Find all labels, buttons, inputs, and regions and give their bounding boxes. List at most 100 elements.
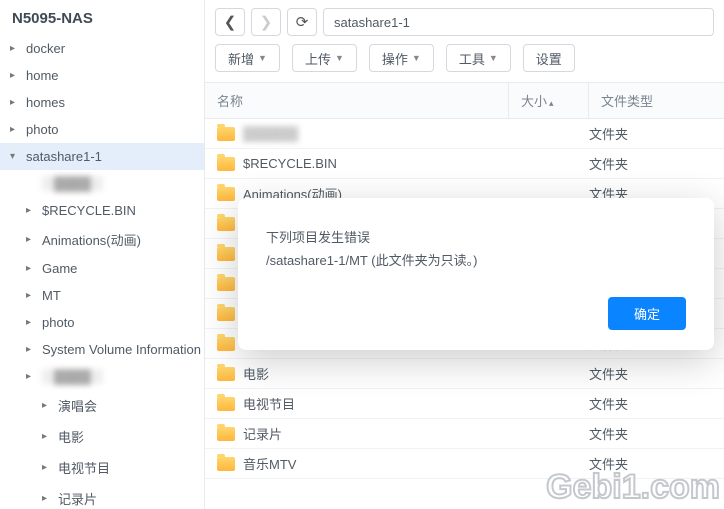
tree-item[interactable]: ▸ homes	[0, 89, 204, 116]
tree-item[interactable]: ▸ System Volume Information	[0, 336, 204, 363]
folder-icon	[217, 277, 235, 291]
folder-icon	[217, 427, 235, 441]
tree-label: ████	[42, 176, 103, 191]
folder-icon	[217, 307, 235, 321]
col-type[interactable]: 文件类型	[589, 83, 724, 118]
table-row[interactable]: ██████ 文件夹	[205, 119, 724, 149]
chevron-icon[interactable]: ▸	[26, 371, 36, 382]
tree-label: satashare1-1	[26, 149, 102, 164]
tree-label: ████	[42, 369, 103, 384]
col-size[interactable]: 大小▴	[509, 83, 589, 118]
table-row[interactable]: 电影 文件夹	[205, 359, 724, 389]
file-type: 文件夹	[589, 364, 724, 383]
file-type: 文件夹	[589, 394, 724, 413]
tree-label: System Volume Information	[42, 342, 201, 357]
tools-button[interactable]: 工具▼	[446, 44, 511, 72]
chevron-icon[interactable]: ▾	[10, 151, 20, 162]
col-name[interactable]: 名称	[205, 83, 509, 118]
folder-icon	[217, 367, 235, 381]
tree-item[interactable]: ▸ MT	[0, 282, 204, 309]
file-name: 电影	[243, 364, 269, 383]
chevron-icon[interactable]: ▸	[10, 43, 20, 54]
file-type: 文件夹	[589, 154, 724, 173]
tree-item[interactable]: ▸ $RECYCLE.BIN	[0, 197, 204, 224]
table-row[interactable]: $RECYCLE.BIN 文件夹	[205, 149, 724, 179]
tree-item[interactable]: ▸ home	[0, 62, 204, 89]
new-button[interactable]: 新增▼	[215, 44, 280, 72]
tree-label: docker	[26, 41, 65, 56]
path-input[interactable]	[323, 8, 714, 36]
folder-icon	[217, 397, 235, 411]
nas-title: N5095-NAS	[0, 0, 204, 35]
folder-icon	[217, 337, 235, 351]
chevron-icon[interactable]: ▸	[26, 317, 36, 328]
tree-item[interactable]: ▸ 记录片	[0, 483, 204, 509]
tree-label: 演唱会	[58, 396, 97, 415]
tree-item[interactable]: ▸ Game	[0, 255, 204, 282]
upload-button[interactable]: 上传▼	[292, 44, 357, 72]
folder-icon	[217, 157, 235, 171]
chevron-icon[interactable]: ▸	[26, 290, 36, 301]
folder-icon	[217, 187, 235, 201]
chevron-icon[interactable]: ▸	[42, 431, 52, 442]
file-name: $RECYCLE.BIN	[243, 156, 337, 171]
tree-label: Animations(动画)	[42, 230, 141, 249]
refresh-button[interactable]: ⟳	[287, 8, 317, 36]
tree-item[interactable]: ▸ 电影	[0, 421, 204, 452]
folder-icon	[217, 217, 235, 231]
tree-item[interactable]: ▸████	[0, 170, 204, 197]
chevron-icon[interactable]: ▸	[42, 400, 52, 411]
chevron-icon[interactable]: ▸	[10, 70, 20, 81]
table-row[interactable]: 记录片 文件夹	[205, 419, 724, 449]
table-header: 名称 大小▴ 文件类型	[205, 82, 724, 119]
tree-item[interactable]: ▸ Animations(动画)	[0, 224, 204, 255]
nav-toolbar: ❮ ❯ ⟳	[205, 0, 724, 44]
sidebar: N5095-NAS ▸ docker ▸ home ▸ homes ▸ photo ▾ satas…	[0, 0, 205, 509]
chevron-icon[interactable]: ▸	[26, 205, 36, 216]
tree-label: homes	[26, 95, 65, 110]
chevron-icon[interactable]: ▸	[26, 263, 36, 274]
action-toolbar: 新增▼ 上传▼ 操作▼ 工具▼ 设置	[205, 44, 724, 82]
tree-item[interactable]: ▸ photo	[0, 309, 204, 336]
tree-label: Game	[42, 261, 77, 276]
dialog-message: 下列项目发生错误 /satashare1-1/MT (此文件夹为只读。)	[266, 226, 686, 273]
tree-item[interactable]: ▸ docker	[0, 35, 204, 62]
chevron-icon[interactable]: ▸	[10, 97, 20, 108]
tree-item[interactable]: ▸ 演唱会	[0, 390, 204, 421]
folder-icon	[217, 247, 235, 261]
tree-label: MT	[42, 288, 61, 303]
tree-label: 电视节目	[58, 458, 110, 477]
back-button[interactable]: ❮	[215, 8, 245, 36]
tree-label: home	[26, 68, 59, 83]
chevron-icon[interactable]: ▸	[26, 234, 36, 245]
ok-button[interactable]: 确定	[608, 297, 686, 330]
file-type: 文件夹	[589, 454, 724, 473]
error-dialog: 下列项目发生错误 /satashare1-1/MT (此文件夹为只读。) 确定	[238, 198, 714, 350]
action-button[interactable]: 操作▼	[369, 44, 434, 72]
chevron-icon[interactable]: ▸	[42, 493, 52, 504]
settings-button[interactable]: 设置	[523, 44, 575, 72]
table-row[interactable]: 电视节目 文件夹	[205, 389, 724, 419]
chevron-icon[interactable]: ▸	[26, 344, 36, 355]
folder-icon	[217, 127, 235, 141]
folder-tree: ▸docker▸home▸homes▸photo▾satashare1-1▸██…	[0, 35, 204, 509]
tree-label: photo	[26, 122, 59, 137]
forward-button[interactable]: ❯	[251, 8, 281, 36]
tree-item[interactable]: ▸ 电视节目	[0, 452, 204, 483]
tree-item[interactable]: ▸ photo	[0, 116, 204, 143]
file-name: 记录片	[243, 424, 282, 443]
file-type: 文件夹	[589, 424, 724, 443]
tree-item[interactable]: ▾ satashare1-1	[0, 143, 204, 170]
tree-label: 记录片	[58, 489, 97, 508]
file-name: ██████	[243, 126, 298, 141]
chevron-icon[interactable]: ▸	[10, 124, 20, 135]
table-row[interactable]: 音乐MTV 文件夹	[205, 449, 724, 479]
file-type: 文件夹	[589, 124, 724, 143]
chevron-icon[interactable]: ▸	[42, 462, 52, 473]
tree-label: $RECYCLE.BIN	[42, 203, 136, 218]
tree-label: photo	[42, 315, 75, 330]
tree-item[interactable]: ▸ ████	[0, 363, 204, 390]
file-name: 音乐MTV	[243, 454, 296, 473]
tree-label: 电影	[58, 427, 84, 446]
file-name: 电视节目	[243, 394, 295, 413]
